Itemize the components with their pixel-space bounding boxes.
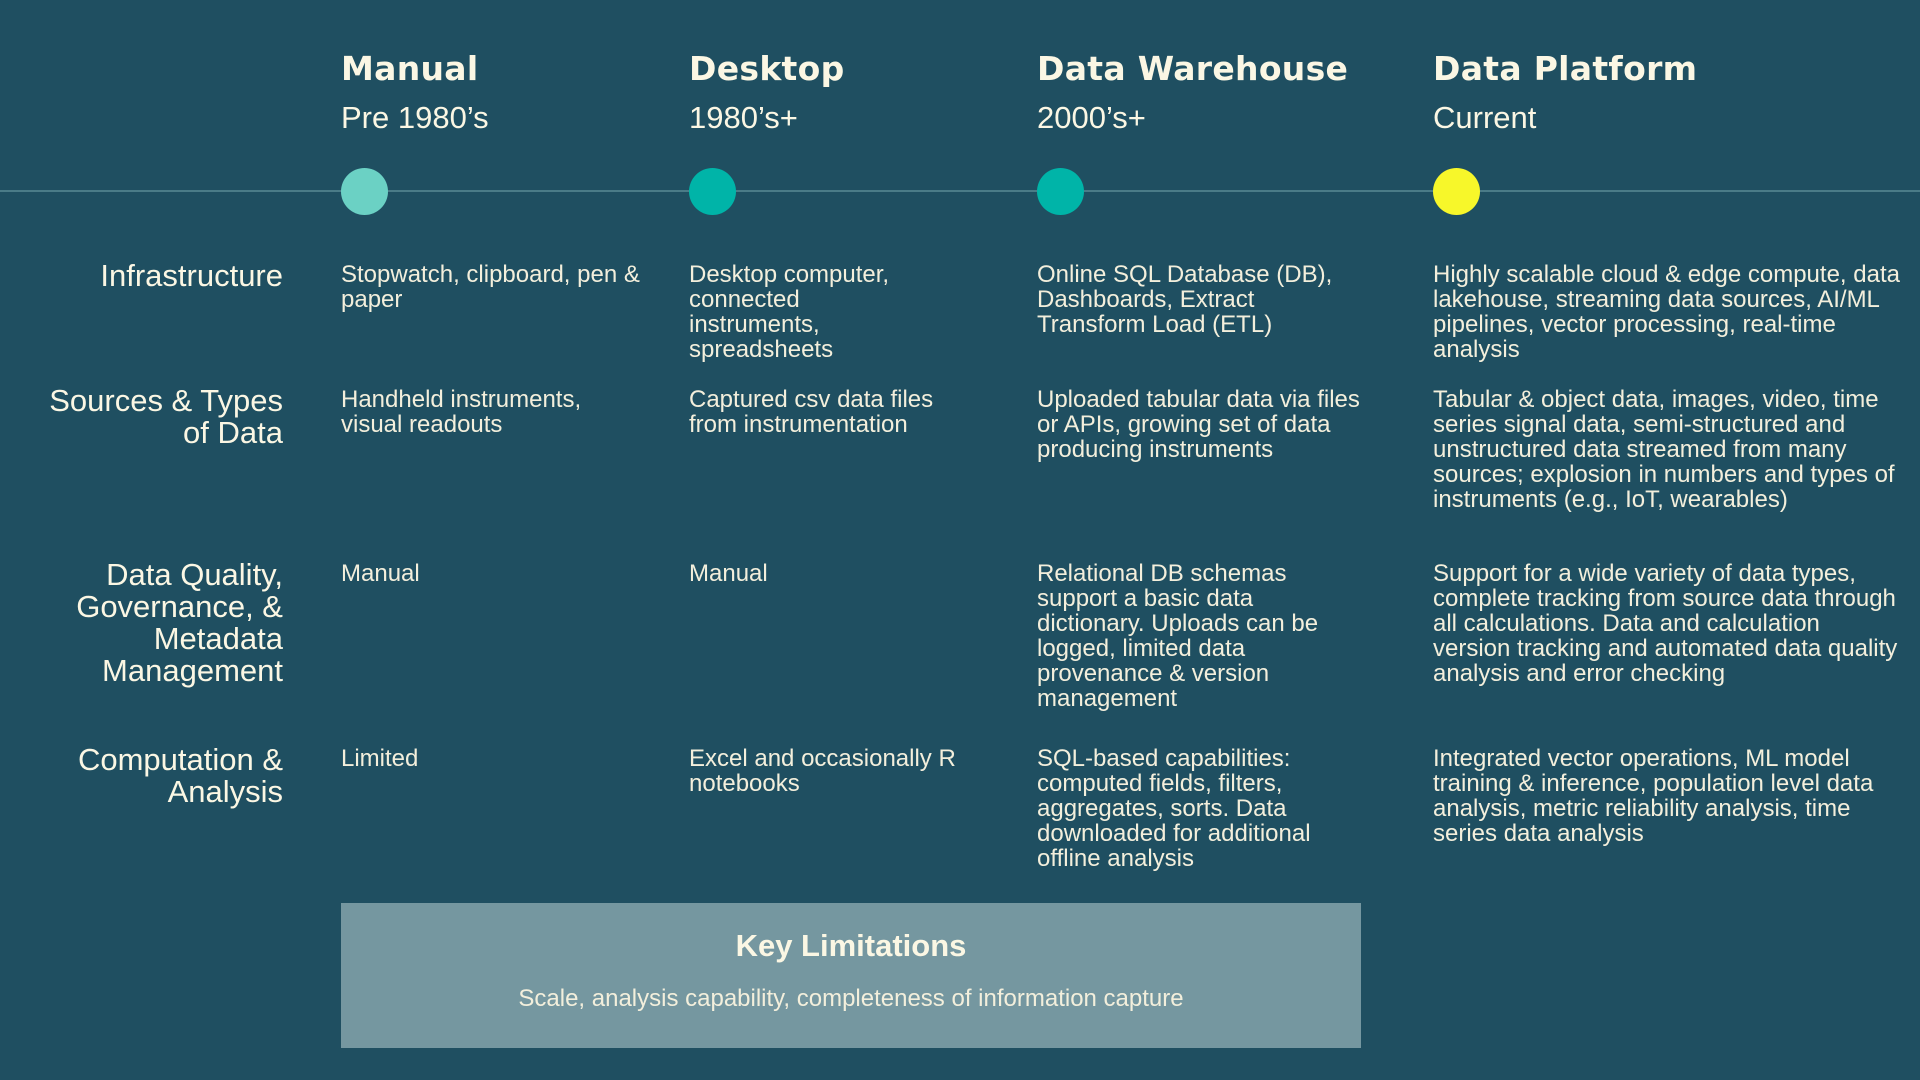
cell-sources-manual: Handheld instruments, visual readouts xyxy=(341,386,582,438)
cell-quality-data-platform: Support for a wide variety of data types… xyxy=(1433,560,1898,687)
era-title-desktop: Desktop xyxy=(689,49,845,88)
cell-quality-manual: Manual xyxy=(341,560,420,587)
cell-computation-data-warehouse: SQL-based capabilities: computed fields,… xyxy=(1037,745,1311,872)
cell-infrastructure-manual: Stopwatch, clipboard, pen & paper xyxy=(341,261,640,313)
cell-sources-desktop: Captured csv data files from instrumenta… xyxy=(689,386,934,438)
cell-sources-data-platform: Tabular & object data, images, video, ti… xyxy=(1433,386,1895,513)
era-period-data-platform: Current xyxy=(1433,100,1537,135)
cell-quality-data-warehouse: Relational DB schemas support a basic da… xyxy=(1037,560,1319,712)
cell-infrastructure-desktop: Desktop computer, connected instruments,… xyxy=(689,261,890,363)
era-period-desktop: 1980’s+ xyxy=(689,100,798,135)
timeline-dot-manual xyxy=(341,168,388,215)
era-title-manual: Manual xyxy=(341,49,479,88)
era-period-data-warehouse: 2000’s+ xyxy=(1037,100,1146,135)
era-period-manual: Pre 1980’s xyxy=(341,100,489,135)
row-label-data-quality: Data Quality, Governance, & Metadata Man… xyxy=(76,557,283,688)
cell-computation-desktop: Excel and occasionally R notebooks xyxy=(689,745,956,797)
era-title-data-warehouse: Data Warehouse xyxy=(1037,49,1349,88)
row-label-computation: Computation & Analysis xyxy=(77,742,283,809)
key-limitations-title: Key Limitations xyxy=(735,928,967,963)
timeline-line xyxy=(0,190,1920,192)
timeline-dot-data-warehouse xyxy=(1037,168,1084,215)
cell-quality-desktop: Manual xyxy=(689,560,768,587)
cell-computation-data-platform: Integrated vector operations, ML model t… xyxy=(1433,745,1874,847)
timeline-dot-desktop xyxy=(689,168,736,215)
row-label-infrastructure: Infrastructure xyxy=(100,258,283,293)
row-label-sources-types: Sources & Types of Data xyxy=(49,383,283,450)
timeline-dot-data-platform xyxy=(1433,168,1480,215)
cell-infrastructure-data-platform: Highly scalable cloud & edge compute, da… xyxy=(1433,261,1900,363)
cell-infrastructure-data-warehouse: Online SQL Database (DB), Dashboards, Ex… xyxy=(1037,261,1333,338)
era-title-data-platform: Data Platform xyxy=(1433,49,1698,88)
key-limitations-box: Key Limitations Scale, analysis capabili… xyxy=(341,903,1361,1048)
key-limitations-text: Scale, analysis capability, completeness… xyxy=(518,985,1184,1012)
cell-computation-manual: Limited xyxy=(341,745,419,772)
cell-sources-data-warehouse: Uploaded tabular data via files or APIs,… xyxy=(1037,386,1360,463)
